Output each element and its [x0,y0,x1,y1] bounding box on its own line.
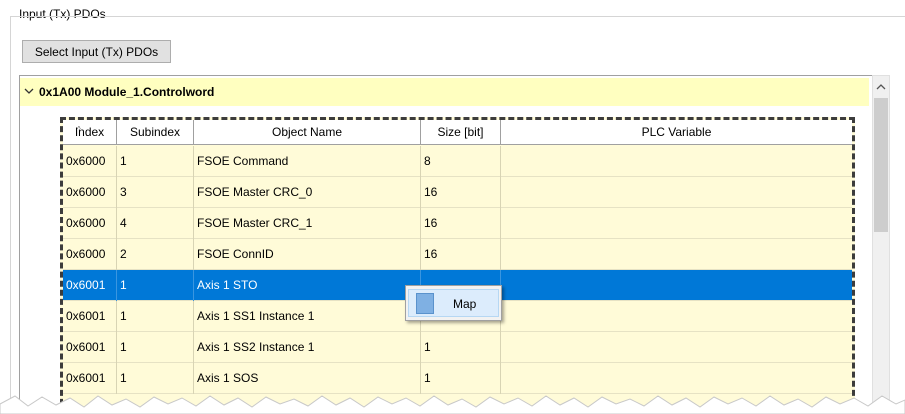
sort-caret-icon: ^ [77,125,81,134]
cell-plc [501,363,852,394]
cell-subindex: 1 [117,363,194,394]
cell-index: 0x6001 [63,270,117,301]
cell-name: FSOE Command [194,146,421,177]
map-icon [416,293,434,314]
chevron-down-icon[interactable] [23,84,35,98]
cell-plc [501,270,852,301]
cell-name: Axis 1 SS2 Instance 1 [194,332,421,363]
scrollbar-thumb[interactable] [874,98,888,232]
cell-plc [501,146,852,177]
context-menu: Map [405,285,502,321]
cell-name: Axis 1 STO [194,270,421,301]
column-header-object-name[interactable]: Object Name [194,120,421,145]
table-header: ^ Index Subindex Object Name Size [bit] … [63,120,852,145]
cell-size: 8 [421,146,501,177]
pdo-group-header[interactable]: 0x1A00 Module_1.Controlword [20,78,869,106]
table-row[interactable]: 0x6000 3 FSOE Master CRC_0 16 [63,177,852,208]
cell-size: 16 [421,239,501,270]
menu-item-map[interactable]: Map [408,289,499,317]
pdo-group-title: 0x1A00 Module_1.Controlword [39,85,215,99]
cell-index: 0x6001 [63,301,117,332]
column-header-plc-variable[interactable]: PLC Variable [501,120,852,145]
table-row[interactable]: 0x6001 1 Axis 1 SS2 Instance 11 [63,332,852,363]
column-header-index[interactable]: ^ Index [63,120,117,145]
cell-subindex: 1 [117,270,194,301]
table-row[interactable]: 0x6001 1 Axis 1 SOS 1 [63,363,852,394]
cell-index: 0x6001 [63,332,117,363]
cell-index: 0x6000 [63,239,117,270]
cell-subindex: 4 [117,208,194,239]
cell-plc [501,239,852,270]
scroll-up-arrow-icon[interactable] [875,82,887,92]
pdo-entries-table: ^ Index Subindex Object Name Size [bit] … [60,117,855,414]
cell-name: FSOE ConnID [194,239,421,270]
cell-size: 1 [421,363,501,394]
cell-name: Axis 1 SOS [194,363,421,394]
table-row[interactable]: 0x6000 1 FSOE Command 8 [63,146,852,177]
cell-subindex: 2 [117,239,194,270]
column-header-subindex[interactable]: Subindex [117,120,194,145]
cell-plc [501,301,852,332]
table-row[interactable]: 0x6000 4 FSOE Master CRC_1 16 [63,208,852,239]
menu-item-label: Map [453,297,477,311]
cell-subindex: 1 [117,146,194,177]
select-input-pdos-button[interactable]: Select Input (Tx) PDOs [22,40,171,63]
cell-size: 1 [421,332,501,363]
vertical-scrollbar[interactable] [872,75,890,414]
cell-size: 16 [421,177,501,208]
cell-subindex: 3 [117,177,194,208]
torn-edge [0,395,905,414]
cell-index: 0x6000 [63,208,117,239]
cell-name: Axis 1 SS1 Instance 1 [194,301,421,332]
cell-name: FSOE Master CRC_0 [194,177,421,208]
table-row[interactable]: 0x6000 2 FSOE ConnID 16 [63,239,852,270]
cell-plc [501,177,852,208]
cell-index: 0x6000 [63,177,117,208]
column-header-size[interactable]: Size [bit] [421,120,501,145]
cell-size: 16 [421,208,501,239]
cell-subindex: 1 [117,332,194,363]
cell-name: FSOE Master CRC_1 [194,208,421,239]
cell-index: 0x6000 [63,146,117,177]
cell-index: 0x6001 [63,363,117,394]
cell-plc [501,332,852,363]
cell-plc [501,208,852,239]
cell-subindex: 1 [117,301,194,332]
